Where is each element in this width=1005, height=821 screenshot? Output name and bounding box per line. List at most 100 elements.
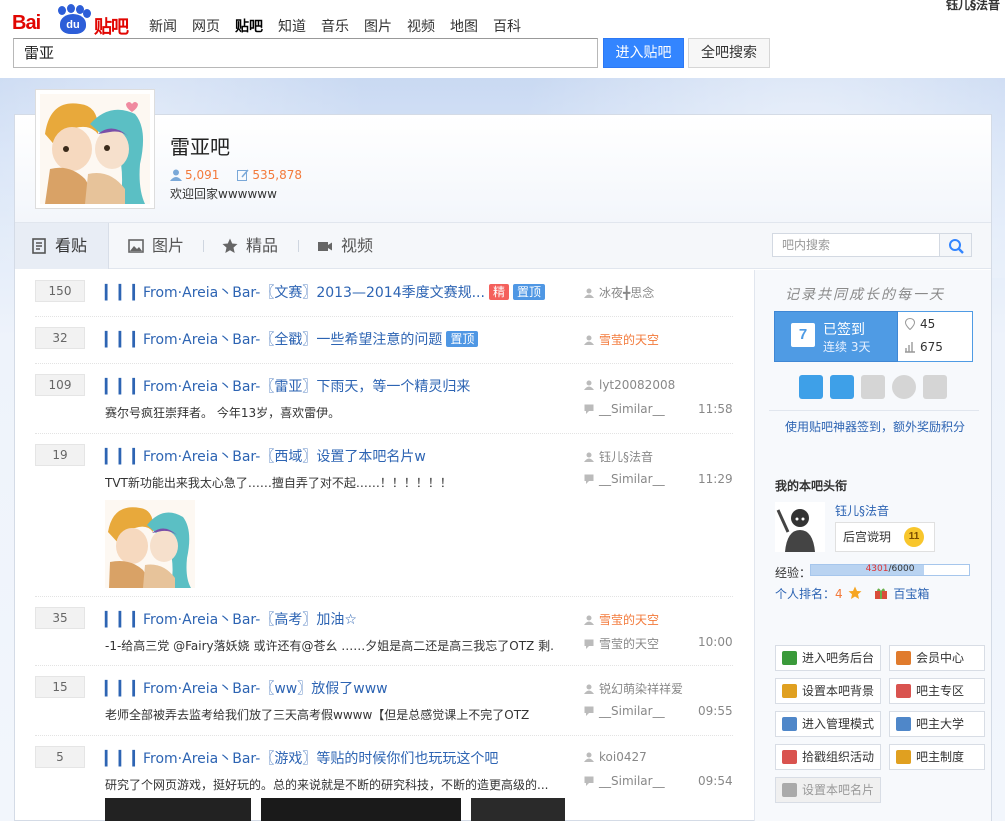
admin-tool-button[interactable]: 设置本吧名片 [775, 777, 881, 803]
thread-title[interactable]: ▎▎▎From·Areia丶Bar-〖ww〗放假了www [105, 678, 388, 698]
thread-author[interactable]: 钰儿§法音 [584, 448, 653, 465]
thread-author[interactable]: 雪莹的天空 [584, 611, 659, 628]
admin-tool-button[interactable]: 进入管理模式 [775, 711, 881, 737]
thread-author[interactable]: 冰夜╋思念 [584, 284, 654, 301]
last-reply-user[interactable]: __Similar__ [599, 704, 665, 718]
thread-title[interactable]: ▎▎▎From·Areia丶Bar-〖全戳〗一些希望注意的问题 置顶 [105, 329, 479, 349]
author-name[interactable]: 钰儿§法音 [599, 450, 653, 464]
thread-author[interactable]: 雪莹的天空 [584, 331, 659, 348]
thread-image-1[interactable] [105, 798, 251, 821]
thread-title-text[interactable]: From·Areia丶Bar-〖全戳〗一些希望注意的问题 [143, 332, 442, 348]
last-reply[interactable]: __Similar__ [584, 774, 665, 788]
admin-tool-button[interactable]: 吧主制度 [889, 744, 985, 770]
thread-title[interactable]: ▎▎▎From·Areia丶Bar-〖西域〗设置了本吧名片w [105, 446, 426, 466]
thread-row[interactable]: 32 ▎▎▎From·Areia丶Bar-〖全戳〗一些希望注意的问题 置顶 雪莹的天空 [35, 317, 733, 364]
admin-tool-button[interactable]: 会员中心 [889, 645, 985, 671]
thread-thumbnail[interactable] [105, 500, 195, 588]
my-username[interactable]: 钰儿§法音 [835, 502, 889, 519]
thread-title-text[interactable]: From·Areia丶Bar-〖文赛〗2013—2014季度文赛规... [143, 285, 485, 301]
nav-item[interactable]: 新闻 [149, 16, 177, 36]
author-name[interactable]: lyt20082008 [599, 378, 675, 392]
nav-item[interactable]: 地图 [450, 16, 478, 36]
reply-count: 19 [35, 444, 85, 466]
gift-icon [875, 588, 888, 599]
nav-item[interactable]: 知道 [278, 16, 306, 36]
sign-tip-link[interactable]: 使用贴吧神器签到，额外奖励积分 [785, 418, 965, 435]
calendar-small-icon[interactable] [861, 375, 885, 399]
last-reply[interactable]: __Similar__ [584, 402, 665, 416]
last-reply[interactable]: __Similar__ [584, 472, 665, 486]
admin-tool-button[interactable]: 吧主专区 [889, 678, 985, 704]
thread-row[interactable]: 150 ▎▎▎From·Areia丶Bar-〖文赛〗2013—2014季度文赛规.… [35, 270, 733, 317]
forum-search-button[interactable] [940, 233, 972, 257]
last-reply-user[interactable]: __Similar__ [599, 774, 665, 788]
admin-tool-button[interactable]: 进入吧务后台 [775, 645, 881, 671]
nav-item[interactable]: 图片 [364, 16, 392, 36]
thread-title[interactable]: ▎▎▎From·Areia丶Bar-〖游戏〗等贴的时候你们也玩玩这个吧 [105, 748, 498, 768]
thread-row[interactable]: 109 ▎▎▎From·Areia丶Bar-〖雷亚〗下雨天，等一个精灵归来 lyt2… [35, 364, 733, 434]
nav-item[interactable]: 百科 [493, 16, 521, 36]
forum-avatar[interactable] [35, 89, 155, 209]
forum-header: 雷亚吧 5,091 535,878 欢迎回家wwwwww [15, 89, 991, 223]
tab-videos[interactable]: 视频 [301, 223, 373, 269]
tool-icon [896, 651, 911, 665]
refresh-icon[interactable] [799, 375, 823, 399]
search-input[interactable]: 雷亚 [13, 38, 598, 68]
thread-author[interactable]: 锐幻萌染祥祥爱 [584, 680, 683, 697]
thread-title-text[interactable]: From·Areia丶Bar-〖游戏〗等贴的时候你们也玩玩这个吧 [143, 751, 498, 767]
thread-title-text[interactable]: From·Areia丶Bar-〖ww〗放假了www [143, 681, 388, 697]
last-reply-user[interactable]: __Similar__ [599, 402, 665, 416]
thread-title[interactable]: ▎▎▎From·Areia丶Bar-〖高考〗加油☆ [105, 609, 357, 629]
thread-row[interactable]: 15 ▎▎▎From·Areia丶Bar-〖ww〗放假了www 锐幻萌染祥祥爱 老师全… [35, 666, 733, 736]
admin-tool-button[interactable]: 设置本吧背景 [775, 678, 881, 704]
baidu-tieba-logo[interactable]: Bai du 贴吧 [12, 4, 137, 38]
tab-label: 图片 [152, 236, 185, 255]
thread-row[interactable]: 19 ▎▎▎From·Areia丶Bar-〖西域〗设置了本吧名片w 钰儿§法音 TVT… [35, 434, 733, 597]
thread-title[interactable]: ▎▎▎From·Areia丶Bar-〖文赛〗2013—2014季度文赛规... 精… [105, 282, 545, 302]
author-name[interactable]: 冰夜╋思念 [599, 286, 654, 300]
user-avatar[interactable] [775, 502, 825, 552]
nav-item[interactable]: 音乐 [321, 16, 349, 36]
last-reply-user[interactable]: __Similar__ [599, 472, 665, 486]
top-nav: 新闻 网页 贴吧 知道 音乐 图片 视频 地图 百科 [149, 16, 521, 36]
forum-name[interactable]: 雷亚吧 [170, 131, 302, 160]
last-reply[interactable]: __Similar__ [584, 704, 665, 718]
sign-in-button[interactable]: 7 已签到 连续 3天 [774, 311, 898, 362]
thread-title-text[interactable]: From·Areia丶Bar-〖雷亚〗下雨天，等一个精灵归来 [143, 379, 470, 395]
thread-row[interactable]: 5 ▎▎▎From·Areia丶Bar-〖游戏〗等贴的时候你们也玩玩这个吧 koi0… [35, 736, 733, 821]
last-reply-user[interactable]: 雪莹的天空 [599, 637, 659, 651]
member-icon [170, 169, 182, 181]
thread-abstract: TVT新功能出来我太心急了……擅自弄了对不起……！！！！！！ [105, 476, 452, 490]
author-name[interactable]: 雪莹的天空 [599, 613, 659, 627]
treasure-box-link[interactable]: 百宝箱 [893, 587, 929, 601]
thread-image-3[interactable] [471, 798, 565, 821]
tab-featured[interactable]: 精品 [206, 223, 278, 269]
admin-tool-button[interactable]: 吧主大学 [889, 711, 985, 737]
admin-tool-button[interactable]: 拾戳组织活动 [775, 744, 881, 770]
search-all-button[interactable]: 全吧搜索 [688, 38, 770, 68]
thread-title[interactable]: ▎▎▎From·Areia丶Bar-〖雷亚〗下雨天，等一个精灵归来 [105, 376, 470, 396]
user-icon [584, 288, 594, 298]
author-name[interactable]: koi0427 [599, 750, 647, 764]
tab-posts[interactable]: 看贴 [15, 223, 109, 269]
nav-item[interactable]: 视频 [407, 16, 435, 36]
thread-author[interactable]: lyt20082008 [584, 378, 675, 392]
tab-images[interactable]: 图片 [112, 223, 184, 269]
author-name[interactable]: 锐幻萌染祥祥爱 [599, 682, 683, 696]
top-username[interactable]: 钰儿§法音 [946, 0, 1000, 13]
up-arrow-icon[interactable] [923, 375, 947, 399]
author-name[interactable]: 雪莹的天空 [599, 333, 659, 347]
nav-item[interactable]: 网页 [192, 16, 220, 36]
medal-icon [848, 586, 862, 599]
thread-title-text[interactable]: From·Areia丶Bar-〖西域〗设置了本吧名片w [143, 449, 426, 465]
forum-search-input[interactable]: 吧内搜索 [772, 233, 940, 257]
share-icon[interactable] [830, 375, 854, 399]
thread-title-text[interactable]: From·Areia丶Bar-〖高考〗加油☆ [143, 612, 357, 628]
badge-icon[interactable] [892, 375, 916, 399]
nav-item[interactable]: 贴吧 [235, 16, 263, 36]
thread-author[interactable]: koi0427 [584, 750, 647, 764]
last-reply[interactable]: 雪莹的天空 [584, 635, 659, 652]
enter-tieba-button[interactable]: 进入贴吧 [603, 38, 684, 68]
thread-row[interactable]: 35 ▎▎▎From·Areia丶Bar-〖高考〗加油☆ 雪莹的天空 -1-给高三党 … [35, 597, 733, 666]
thread-image-2[interactable] [261, 798, 461, 821]
